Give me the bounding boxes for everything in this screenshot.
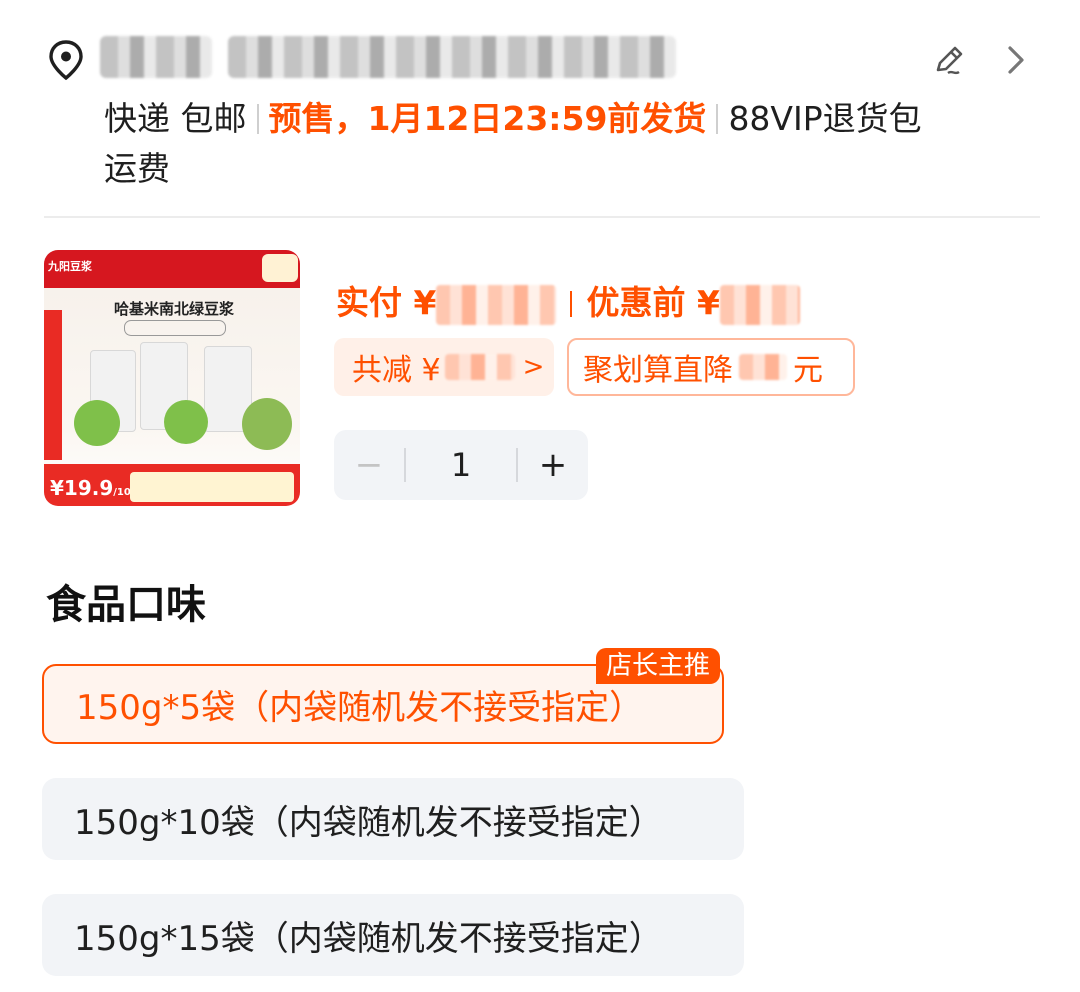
image-mascot: [74, 400, 120, 446]
before-amount-masked: [719, 284, 800, 325]
flavor-option[interactable]: 150g*10袋（内袋随机发不接受指定）: [42, 778, 744, 860]
return-shipping-cont: 运费: [104, 149, 170, 188]
image-badge: [262, 254, 298, 282]
image-price: ¥19.9/10袋: [50, 476, 141, 500]
increase-button[interactable]: +: [518, 445, 588, 485]
image-mascot: [164, 400, 208, 444]
price-line: 实付 ¥ 优惠前 ¥: [336, 276, 800, 325]
jhs-unit: 元: [793, 353, 823, 388]
recommend-badge: 店长主推: [596, 648, 721, 684]
save-amount-masked: [444, 354, 515, 380]
juhuasuan-discount-badge: 聚划算直降 元: [567, 338, 855, 396]
paid-amount-masked: [436, 284, 557, 325]
image-subtitle-pill: [124, 320, 226, 336]
jhs-amount-masked: [739, 354, 787, 380]
pencil-icon[interactable]: [930, 40, 970, 80]
shipping-method: 快递 包邮: [104, 99, 247, 138]
jhs-label: 聚划算直降: [583, 353, 733, 388]
quantity-value[interactable]: 1: [406, 446, 516, 484]
divider: [44, 216, 1040, 218]
location-pin-icon: [49, 40, 83, 81]
paid-label: 实付 ¥: [336, 283, 437, 322]
image-logo: 九阳豆浆: [48, 260, 92, 273]
chevron-right-icon[interactable]: [1000, 40, 1034, 80]
image-title: 哈基米南北绿豆浆: [113, 300, 234, 318]
presale-notice: 预售，1月12日23:59前发货: [268, 99, 707, 138]
separator: [570, 291, 573, 317]
product-image[interactable]: 九阳豆浆 哈基米南北绿豆浆 ¥19.9/10袋: [44, 250, 300, 506]
separator: [256, 104, 259, 134]
separator: [716, 104, 719, 134]
flavor-section-title: 食品口味: [46, 582, 206, 628]
image-mascot: [242, 398, 292, 450]
quantity-stepper: − 1 +: [334, 430, 588, 500]
before-label: 优惠前 ¥: [586, 283, 720, 322]
chevron-right-icon: >: [522, 352, 545, 382]
image-side-strip: [44, 310, 62, 460]
flavor-option[interactable]: 150g*15袋（内袋随机发不接受指定）: [42, 894, 744, 976]
address-masked-detail: [228, 36, 676, 78]
return-shipping: 88VIP退货包: [728, 99, 922, 138]
shipping-info: 快递 包邮 预售，1月12日23:59前发货 88VIP退货包: [104, 96, 1004, 142]
image-note: [130, 472, 294, 502]
total-savings-button[interactable]: 共减 ¥ >: [334, 338, 554, 396]
total-save-label: 共减 ¥: [352, 353, 441, 388]
address-masked-name: [100, 36, 212, 78]
decrease-button[interactable]: −: [334, 445, 404, 485]
